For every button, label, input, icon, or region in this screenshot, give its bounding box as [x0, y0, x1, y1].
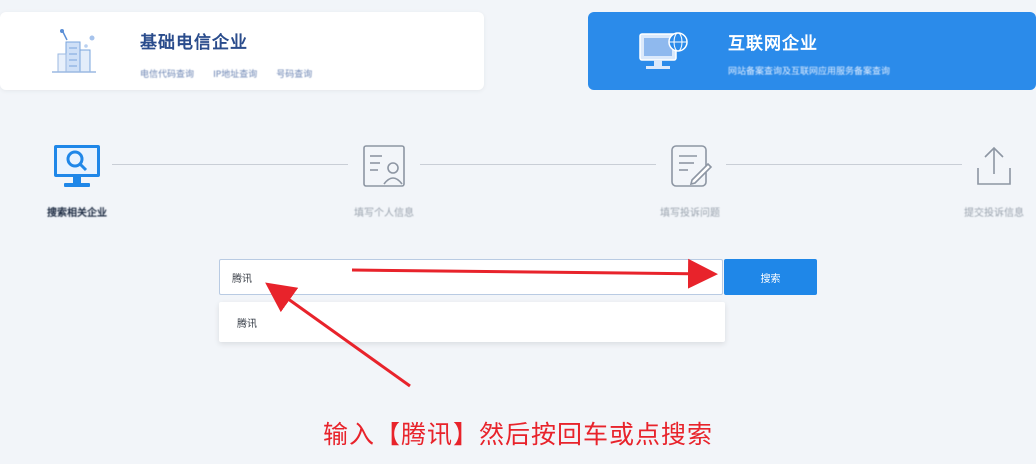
basic-tag-2[interactable]: IP地址查询 — [213, 67, 257, 80]
basic-tag-3[interactable]: 号码查询 — [276, 67, 312, 80]
search-suggestion-dropdown: 腾讯 — [219, 302, 725, 342]
step-personal-info: 填写个人信息 — [304, 142, 464, 219]
search-button[interactable]: 搜索 — [724, 259, 817, 295]
search-monitor-icon — [0, 142, 157, 190]
internet-enterprise-description: 网站备案查询及互联网应用服务备案查询 — [728, 67, 891, 77]
internet-enterprise-card[interactable]: 互联网企业 网站备案查询及互联网应用服务备案查询 — [588, 12, 1036, 90]
enterprise-search-input[interactable] — [219, 259, 723, 295]
step-search-enterprise: 搜索相关企业 — [0, 142, 157, 219]
step-label: 提交投诉信息 — [964, 208, 1024, 219]
step-submit-complaint: 提交投诉信息 — [914, 142, 1036, 219]
step-label: 搜索相关企业 — [47, 208, 107, 219]
monitor-globe-icon — [634, 28, 690, 80]
annotation-instruction: 输入【腾讯】然后按回车或点搜索 — [322, 420, 713, 449]
suggestion-item[interactable]: 腾讯 — [237, 315, 257, 330]
complaint-page: 基础电信企业 电信代码查询 IP地址查询 号码查询 互联网企业 网站备案查询及互… — [0, 0, 1036, 464]
search-bar: 搜索 — [219, 259, 817, 295]
internet-enterprise-title: 互联网企业 — [728, 34, 818, 54]
basic-telecom-tags: 电信代码查询 IP地址查询 号码查询 — [140, 62, 326, 81]
basic-telecom-title: 基础电信企业 — [140, 33, 248, 53]
building-icon — [46, 24, 102, 80]
step-label: 填写个人信息 — [354, 208, 414, 219]
step-label: 填写投诉问题 — [660, 208, 720, 219]
edit-document-icon — [610, 142, 770, 190]
basic-telecom-card[interactable]: 基础电信企业 电信代码查询 IP地址查询 号码查询 — [0, 12, 484, 90]
step-complaint-issue: 填写投诉问题 — [610, 142, 770, 219]
basic-tag-1[interactable]: 电信代码查询 — [140, 67, 194, 80]
person-form-icon — [304, 142, 464, 190]
upload-icon — [914, 142, 1036, 190]
